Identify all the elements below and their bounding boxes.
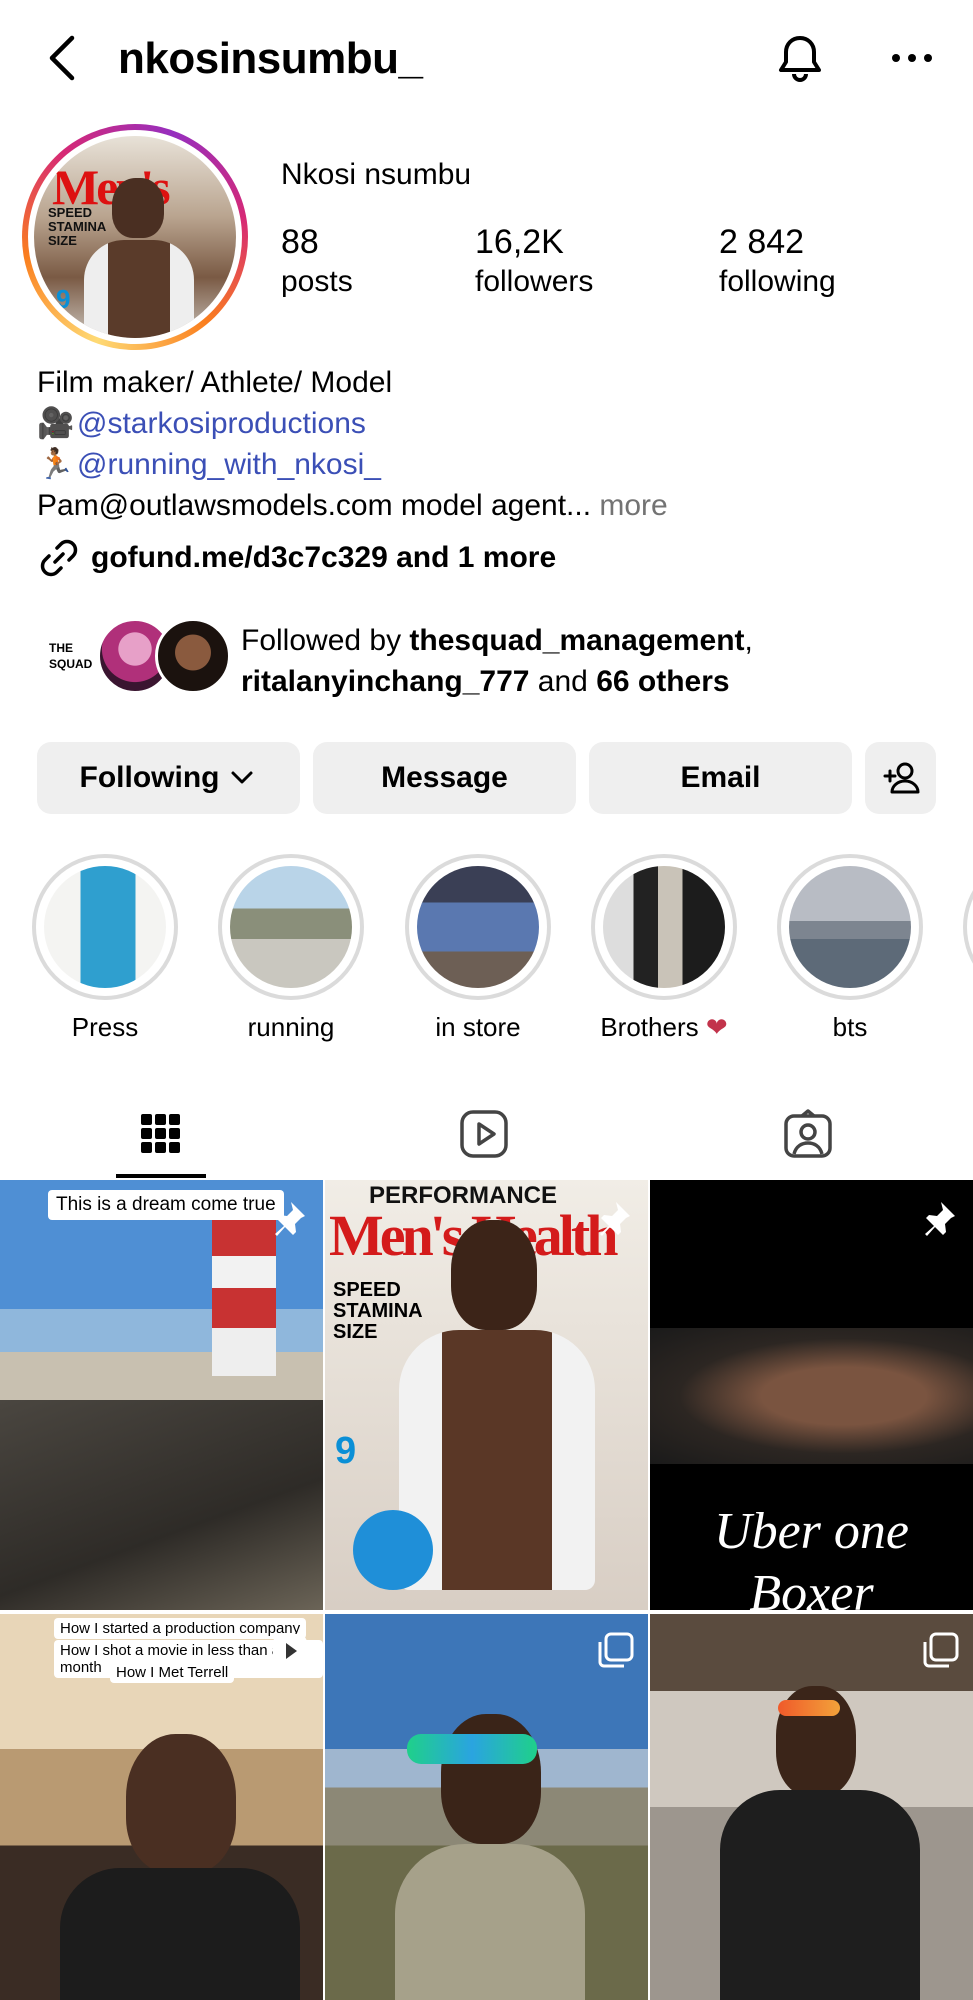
highlight-brothers[interactable]: Brothers ❤ [591, 854, 737, 1043]
message-button[interactable]: Message [313, 742, 576, 814]
bio-more-link[interactable]: more [591, 489, 667, 522]
following-label: following [719, 265, 836, 298]
display-name: Nkosi nsumbu [281, 158, 472, 191]
highlight-cover [44, 866, 166, 988]
post-tile[interactable]: Uber one Boxer [650, 1180, 973, 1610]
profile-tabs [0, 1090, 973, 1178]
avatar-image: Men's SPEED STAMINA SIZE 9 [34, 136, 236, 338]
notifications-button[interactable] [772, 30, 828, 86]
bio-line: Film maker/ Athlete/ Model [37, 366, 393, 399]
tab-tagged[interactable] [748, 1090, 868, 1178]
tab-posts-grid[interactable] [101, 1090, 221, 1178]
post-magazine-headline: SPEED STAMINA SIZE [333, 1279, 422, 1343]
email-button[interactable]: Email [589, 742, 852, 814]
highlight-in-store[interactable]: in store [405, 854, 551, 1043]
mutual-others[interactable]: 66 others [596, 665, 729, 698]
mutual-avatar [155, 618, 231, 694]
profile-avatar[interactable]: Men's SPEED STAMINA SIZE 9 [22, 124, 248, 350]
runner-icon: 🏃🏾 [37, 448, 75, 481]
highlight-bts[interactable]: bts [777, 854, 923, 1043]
highlight-label: Press [71, 1012, 139, 1042]
highlight-cover [603, 866, 725, 988]
tagged-person-icon [784, 1109, 832, 1158]
post-tile[interactable]: This is a dream come true [0, 1180, 323, 1610]
svg-text:SQUAD: SQUAD [49, 657, 93, 671]
profile-username: nkosinsumbu_ [118, 34, 423, 83]
bio-mention-link[interactable]: @running_with_nkosi_ [77, 448, 381, 481]
svg-text:THE: THE [49, 641, 73, 655]
followed-by-text: Followed by thesquad_management, ritalan… [241, 624, 753, 698]
anatomical-heart-icon: ❤ [705, 1012, 728, 1042]
highlight-cover [789, 866, 911, 988]
post-overlay-text: Uber one [714, 1503, 909, 1560]
chevron-down-icon [231, 771, 253, 784]
carousel-icon [598, 1632, 634, 1668]
profile-link-text: gofund.me/d3c7c329 and 1 more [91, 541, 557, 574]
posts-stat[interactable]: 88 posts [281, 222, 353, 302]
followers-label: followers [475, 265, 594, 298]
bio-line: Pam@outlawsmodels.com model agent... [37, 489, 592, 522]
followed-by[interactable]: THE SQUAD Followed by thesquad_management… [37, 618, 957, 702]
reels-icon [460, 1110, 508, 1158]
link-icon [40, 539, 78, 577]
highlight-press[interactable]: Press [32, 854, 178, 1043]
posts-count: 88 [281, 223, 319, 261]
highlight-label: bts [832, 1012, 868, 1042]
more-options-button[interactable] [884, 30, 940, 86]
grid-icon [141, 1114, 180, 1153]
post-caption: This is a dream come true [48, 1190, 284, 1220]
back-button[interactable] [40, 30, 84, 86]
post-caption: How I Met Terrell [110, 1662, 235, 1683]
pin-icon [600, 1202, 630, 1236]
suggest-people-button[interactable] [865, 742, 936, 814]
reel-icon [273, 1634, 307, 1668]
posts-label: posts [281, 265, 353, 298]
pin-icon [275, 1202, 305, 1236]
pin-icon [925, 1202, 955, 1236]
highlight-label: Brothers ❤ [600, 1012, 728, 1042]
following-count: 2 842 [719, 223, 805, 261]
highlight-label: in store [435, 1012, 521, 1042]
highlight-partial[interactable] [963, 854, 973, 1000]
highlight-label: running [247, 1012, 335, 1042]
squad-logo-icon: THE SQUAD [49, 641, 93, 671]
highlight-cover [417, 866, 539, 988]
profile-link[interactable]: gofund.me/d3c7c329 and 1 more [37, 536, 556, 580]
followers-stat[interactable]: 16,2K followers [475, 222, 593, 302]
following-stat[interactable]: 2 842 following [719, 222, 836, 302]
tab-reels[interactable] [424, 1090, 544, 1178]
carousel-icon [923, 1632, 959, 1668]
mutual-username[interactable]: ritalanyinchang_777 [241, 665, 529, 698]
following-button[interactable]: Following [37, 742, 300, 814]
more-horizontal-icon [892, 54, 932, 62]
bell-icon [779, 36, 821, 82]
post-tile[interactable]: PERFORMANCE Men's Health SPEED STAMINA S… [325, 1180, 648, 1610]
post-caption: How I started a production company [54, 1618, 307, 1639]
post-tile[interactable]: How I started a production company How I… [0, 1614, 323, 2000]
profile-header: nkosinsumbu_ [0, 0, 973, 118]
highlight-cover [230, 866, 352, 988]
post-tile[interactable] [650, 1614, 973, 2000]
highlight-running[interactable]: running [218, 854, 364, 1043]
chevron-left-icon [49, 35, 75, 81]
add-user-icon [883, 762, 919, 794]
movie-camera-icon: 🎥 [37, 407, 75, 440]
bio-mention-link[interactable]: @starkosiproductions [77, 407, 366, 440]
bio: Film maker/ Athlete/ Model 🎥@starkosipro… [37, 362, 668, 526]
posts-grid: This is a dream come true PERFORMANCE Me… [0, 1180, 973, 2000]
followers-count: 16,2K [475, 223, 564, 261]
mutual-username[interactable]: thesquad_management [409, 624, 744, 657]
post-overlay-text: Boxer [749, 1565, 874, 1610]
active-tab-indicator [116, 1174, 206, 1178]
post-tile[interactable] [325, 1614, 648, 2000]
